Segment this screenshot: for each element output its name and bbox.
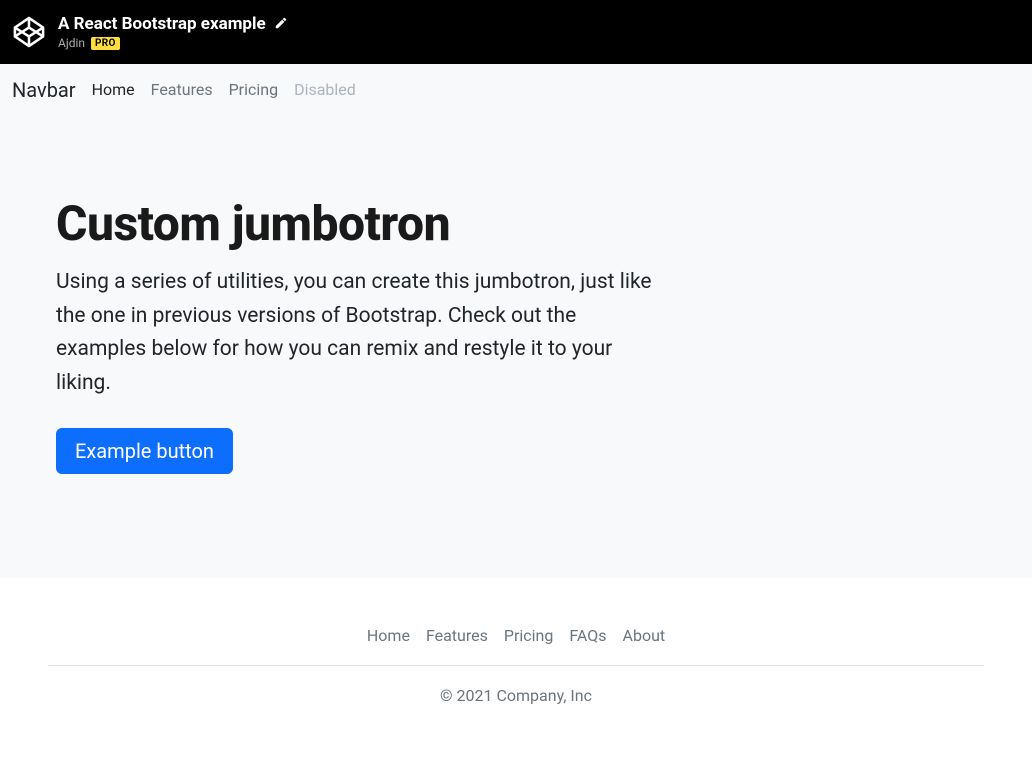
- preview-area: Navbar Home Features Pricing Disabled Cu…: [0, 64, 1032, 578]
- edit-icon[interactable]: [274, 15, 288, 34]
- footer-link-home[interactable]: Home: [367, 626, 410, 645]
- pro-badge: PRO: [91, 37, 120, 50]
- navbar-brand[interactable]: Navbar: [12, 74, 76, 106]
- footer: Home Features Pricing FAQs About © 2021 …: [0, 578, 1032, 753]
- navbar: Navbar Home Features Pricing Disabled: [0, 64, 1032, 115]
- footer-copyright: © 2021 Company, Inc: [48, 686, 984, 705]
- codepen-header: A React Bootstrap example Ajdin PRO: [0, 0, 1032, 64]
- nav-home[interactable]: Home: [92, 72, 135, 107]
- example-button[interactable]: Example button: [56, 428, 233, 474]
- jumbotron-body: Using a series of utilities, you can cre…: [56, 266, 664, 400]
- pen-author[interactable]: Ajdin: [58, 36, 85, 50]
- jumbotron-heading: Custom jumbotron: [56, 195, 664, 252]
- footer-link-about[interactable]: About: [623, 626, 666, 645]
- nav-pricing[interactable]: Pricing: [229, 72, 279, 107]
- pen-title[interactable]: A React Bootstrap example: [58, 14, 266, 34]
- nav-features[interactable]: Features: [151, 72, 213, 107]
- footer-nav: Home Features Pricing FAQs About: [48, 626, 984, 666]
- footer-link-faqs[interactable]: FAQs: [569, 626, 606, 645]
- jumbotron: Custom jumbotron Using a series of utili…: [0, 115, 720, 522]
- nav-disabled: Disabled: [294, 72, 356, 107]
- footer-link-pricing[interactable]: Pricing: [504, 626, 554, 645]
- codepen-title-block: A React Bootstrap example Ajdin PRO: [58, 14, 288, 50]
- footer-link-features[interactable]: Features: [426, 626, 488, 645]
- codepen-logo-icon[interactable]: [12, 15, 46, 49]
- navbar-nav: Home Features Pricing Disabled: [92, 72, 356, 107]
